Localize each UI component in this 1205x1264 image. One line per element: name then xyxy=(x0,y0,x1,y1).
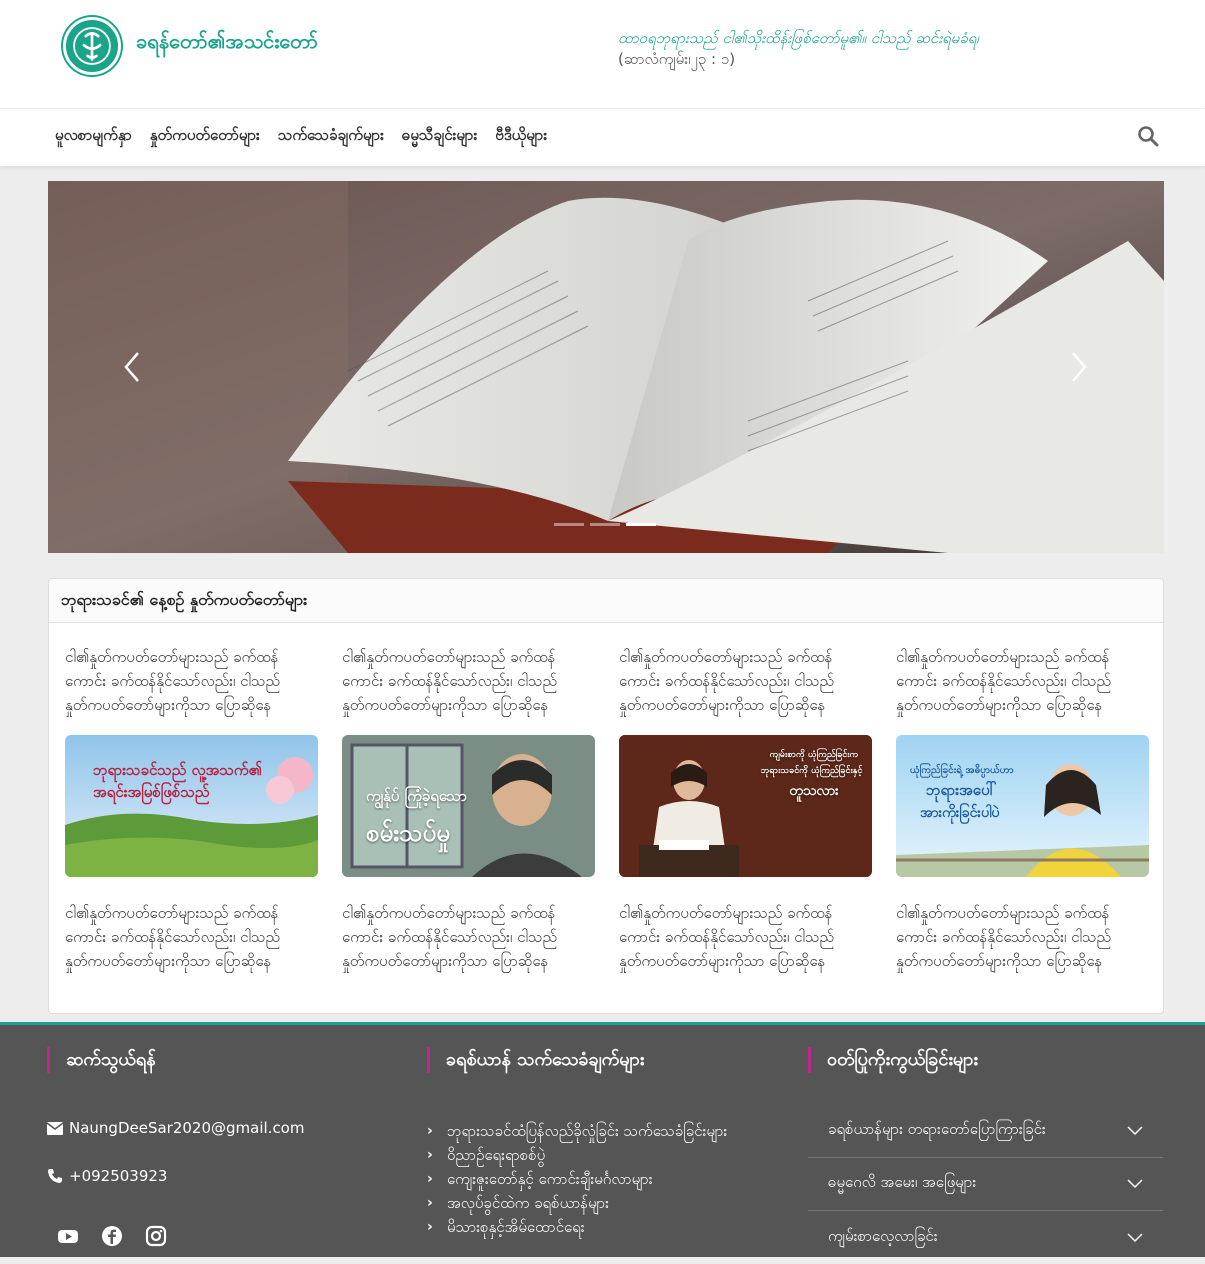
footer-link-family[interactable]: › မိသားစုနှင့်အိမ်ထောင်ရေး xyxy=(427,1215,727,1239)
footer-contact-title: ဆက်သွယ်ရန် xyxy=(47,1047,387,1073)
header-verse-reference: (ဆာလံကျမ်း၊၂၃ : ၁) xyxy=(618,50,736,68)
accordion-item-label: ကျမ်းစာလေ့လာခြင်း xyxy=(828,1226,938,1245)
slider-next-arrow[interactable] xyxy=(1065,349,1093,385)
search-icon[interactable] xyxy=(1137,125,1159,147)
card-thumbnail[interactable]: ဘုရားသခင်သည် လူ့အသက်၏ အရင်းအမြစ်ဖြစ်သည် xyxy=(65,735,318,877)
chevron-right-icon: › xyxy=(427,1195,433,1211)
footer-link-label[interactable]: ကျေးဇူးတော်နှင့် ကောင်းချီးမင်္ဂလာများ xyxy=(447,1167,653,1191)
contact-phone[interactable]: +092503923 xyxy=(47,1167,167,1185)
chevron-right-icon: › xyxy=(427,1147,433,1163)
card-excerpt[interactable]: ငါ၏နှုတ်ကပတ်တော်များသည် ခက်ထန်ကောင်း ခက်… xyxy=(619,645,872,717)
worship-accordion: ခရစ်ယာန်များ တရားတော်ပြောကြားခြင်း ဓမ္မဂ… xyxy=(808,1105,1163,1264)
envelope-icon xyxy=(47,1121,63,1135)
contact-phone-text[interactable]: +092503923 xyxy=(69,1167,167,1185)
chevron-right-icon: › xyxy=(427,1171,433,1187)
footer-testimonies-column: ခရစ်ယာန် သက်သေခံချက်များ › ဘုရားသခင်ထံပြန… xyxy=(427,1047,787,1257)
contact-email-text[interactable]: NaungDeeSar2020@gmail.com xyxy=(69,1119,304,1137)
nav-item-hymns[interactable]: ဓမ္မသီချင်းများ xyxy=(402,126,477,148)
footer-link-spiritual-war[interactable]: › ဝိညာဉ်ရေးရာစစ်ပွဲ xyxy=(427,1143,727,1167)
slider-dot[interactable] xyxy=(554,523,584,526)
chevron-down-icon xyxy=(1127,1179,1143,1189)
chevron-right-icon: › xyxy=(427,1123,433,1139)
logo-icon xyxy=(67,21,117,71)
open-book-image xyxy=(48,181,1164,553)
footer-worship-column: ဝတ်ပြုကိုးကွယ်ခြင်းများ ခရစ်ယာန်များ တရာ… xyxy=(808,1047,1165,1257)
card-excerpt[interactable]: ငါ၏နှုတ်ကပတ်တော်များသည် ခက်ထန်ကောင်း ခက်… xyxy=(65,901,318,973)
thumbnail-caption-line2: ဘုရားအပေါ် xyxy=(926,781,997,799)
main-navigation: မူလစာမျက်နှာ နှုတ်ကပတ်တော်များ သက်သေခံချ… xyxy=(0,108,1205,166)
nav-item-videos[interactable]: ဗီဒီယိုများ xyxy=(495,126,547,148)
accordion-item-qa[interactable]: ဓမ္မဂေလိ အမေး၊ အဖြေများ xyxy=(808,1158,1163,1211)
card-excerpt[interactable]: ငါ၏နှုတ်ကပတ်တော်များသည် ခက်ထန်ကောင်း ခက်… xyxy=(896,645,1149,717)
card-excerpt[interactable]: ငါ၏နှုတ်ကပတ်တော်များသည် ခက်ထန်ကောင်း ခက်… xyxy=(342,645,595,717)
nav-item-testimonies[interactable]: သက်သေခံချက်များ xyxy=(278,126,384,148)
landscape-image xyxy=(65,735,318,877)
hero-slider xyxy=(48,181,1164,553)
word-card: ငါ၏နှုတ်ကပတ်တော်များသည် ခက်ထန်ကောင်း ခက်… xyxy=(896,645,1149,973)
youtube-icon[interactable] xyxy=(57,1225,79,1247)
footer-contact-column: ဆက်သွယ်ရန် NaungDeeSar2020@gmail.com +09… xyxy=(47,1047,387,1257)
card-thumbnail[interactable]: ယုံကြည်ခြင်းရဲ့ အဓိပ္ပာယ်ဟာ ဘုရားအပေါ် အ… xyxy=(896,735,1149,877)
footer-link-label[interactable]: မိသားစုနှင့်အိမ်ထောင်ရေး xyxy=(447,1215,585,1239)
word-card: ငါ၏နှုတ်ကပတ်တော်များသည် ခက်ထန်ကောင်း ခက်… xyxy=(65,645,318,973)
slider-dot[interactable] xyxy=(590,523,620,526)
footer-worship-title: ဝတ်ပြုကိုးကွယ်ခြင်းများ xyxy=(808,1047,1165,1073)
chevron-down-icon xyxy=(1127,1126,1143,1136)
footer-link-blessings[interactable]: › ကျေးဇူးတော်နှင့် ကောင်းချီးမင်္ဂလာများ xyxy=(427,1167,727,1191)
accordion-item-sermons[interactable]: ခရစ်ယာန်များ တရားတော်ပြောကြားခြင်း xyxy=(808,1105,1163,1158)
instagram-icon[interactable] xyxy=(145,1225,167,1247)
thumbnail-caption-line2: စမ်းသပ်မှု xyxy=(366,819,450,847)
nav-item-home[interactable]: မူလစာမျက်နှာ xyxy=(55,126,132,148)
thumbnail-caption-line2: ဘုရားသခင်ကို ယုံကြည်ခြင်းနှင့် xyxy=(760,766,863,776)
thumbnail-caption-line1: ကျမ်းစာကို ယုံကြည်ခြင်းက xyxy=(769,750,859,760)
daily-words-section: ဘုရားသခင်၏ နေ့စဉ် နှုတ်ကပတ်တော်များ ငါ၏န… xyxy=(48,578,1164,1014)
phone-icon xyxy=(48,1169,62,1183)
footer-link-label[interactable]: ဘုရားသခင်ထံပြန်လည်ခိုလှုံခြင်း သက်သေခံခြ… xyxy=(447,1119,727,1143)
nav-item-words[interactable]: နှုတ်ကပတ်တော်များ xyxy=(150,126,260,148)
header-verse: ထာဝရဘုရားသည် ငါ၏သိုးထိန်းဖြစ်တော်မူ၏။ ငါ… xyxy=(618,29,979,47)
thumbnail-caption-line1: ကျွန်ုပ် ကြုံခဲ့ရသော xyxy=(366,787,468,805)
chevron-right-icon: › xyxy=(427,1219,433,1235)
site-title[interactable]: ခရန်တော်၏အသင်းတော် xyxy=(136,28,318,58)
footer-link-label[interactable]: ဝိညာဉ်ရေးရာစစ်ပွဲ xyxy=(447,1143,545,1167)
card-excerpt[interactable]: ငါ၏နှုတ်ကပတ်တော်များသည် ခက်ထန်ကောင်း ခက်… xyxy=(342,901,595,973)
thumbnail-caption: ဘုရားသခင်သည် လူ့အသက်၏ အရင်းအမြစ်ဖြစ်သည် xyxy=(93,761,262,801)
footer-link-workplace[interactable]: › အလုပ်ခွင်ထဲက ခရစ်ယာန်များ xyxy=(427,1191,727,1215)
card-excerpt[interactable]: ငါ၏နှုတ်ကပတ်တော်များသည် ခက်ထန်ကောင်း ခက်… xyxy=(65,645,318,717)
contact-email[interactable]: NaungDeeSar2020@gmail.com xyxy=(47,1119,304,1137)
thumbnail-caption-line3: တူသလား xyxy=(789,783,839,799)
slider-prev-arrow[interactable] xyxy=(118,349,146,385)
accordion-item-bible-study[interactable]: ကျမ်းစာလေ့လာခြင်း xyxy=(808,1211,1163,1264)
section-title: ဘုရားသခင်၏ နေ့စဉ် နှုတ်ကပတ်တော်များ xyxy=(49,579,1163,623)
thumbnail-caption-line1: ယုံကြည်ခြင်းရဲ့ အဓိပ္ပာယ်ဟာ xyxy=(910,765,1014,776)
site-header: ခရန်တော်၏အသင်းတော် ထာဝရဘုရားသည် ငါ၏သိုးထ… xyxy=(0,0,1205,108)
testimonies-link-list: › ဘုရားသခင်ထံပြန်လည်ခိုလှုံခြင်း သက်သေခံခ… xyxy=(427,1119,727,1239)
thumbnail-caption-line3: အားကိုးခြင်းပါပဲ xyxy=(920,805,1000,821)
site-footer: ဆက်သွယ်ရန် NaungDeeSar2020@gmail.com +09… xyxy=(0,1022,1205,1257)
accordion-item-label: ခရစ်ယာန်များ တရားတော်ပြောကြားခြင်း xyxy=(828,1120,1046,1138)
card-thumbnail[interactable]: ကျွန်ုပ် ကြုံခဲ့ရသော စမ်းသပ်မှု xyxy=(342,735,595,877)
card-thumbnail[interactable]: ကျမ်းစာကို ယုံကြည်ခြင်းက ဘုရားသခင်ကို ယု… xyxy=(619,735,872,877)
footer-link-label[interactable]: အလုပ်ခွင်ထဲက ခရစ်ယာန်များ xyxy=(447,1191,609,1215)
slider-dot-active[interactable] xyxy=(626,523,656,526)
chevron-down-icon xyxy=(1127,1232,1143,1242)
card-excerpt[interactable]: ငါ၏နှုတ်ကပတ်တော်များသည် ခက်ထန်ကောင်း ခက်… xyxy=(896,901,1149,973)
facebook-icon[interactable] xyxy=(101,1225,123,1247)
footer-testimonies-title: ခရစ်ယာန် သက်သေခံချက်များ xyxy=(427,1047,787,1073)
card-excerpt[interactable]: ငါ၏နှုတ်ကပတ်တော်များသည် ခက်ထန်ကောင်း ခက်… xyxy=(619,901,872,973)
word-card: ငါ၏နှုတ်ကပတ်တော်များသည် ခက်ထန်ကောင်း ခက်… xyxy=(342,645,595,973)
word-card: ငါ၏နှုတ်ကပတ်တော်များသည် ခက်ထန်ကောင်း ခက်… xyxy=(619,645,872,973)
slider-indicators xyxy=(554,523,656,526)
social-links xyxy=(57,1225,167,1247)
footer-link-return[interactable]: › ဘုရားသခင်ထံပြန်လည်ခိုလှုံခြင်း သက်သေခံခ… xyxy=(427,1119,727,1143)
accordion-item-label: ဓမ္မဂေလိ အမေး၊ အဖြေများ xyxy=(828,1173,977,1191)
site-logo[interactable] xyxy=(63,17,121,75)
